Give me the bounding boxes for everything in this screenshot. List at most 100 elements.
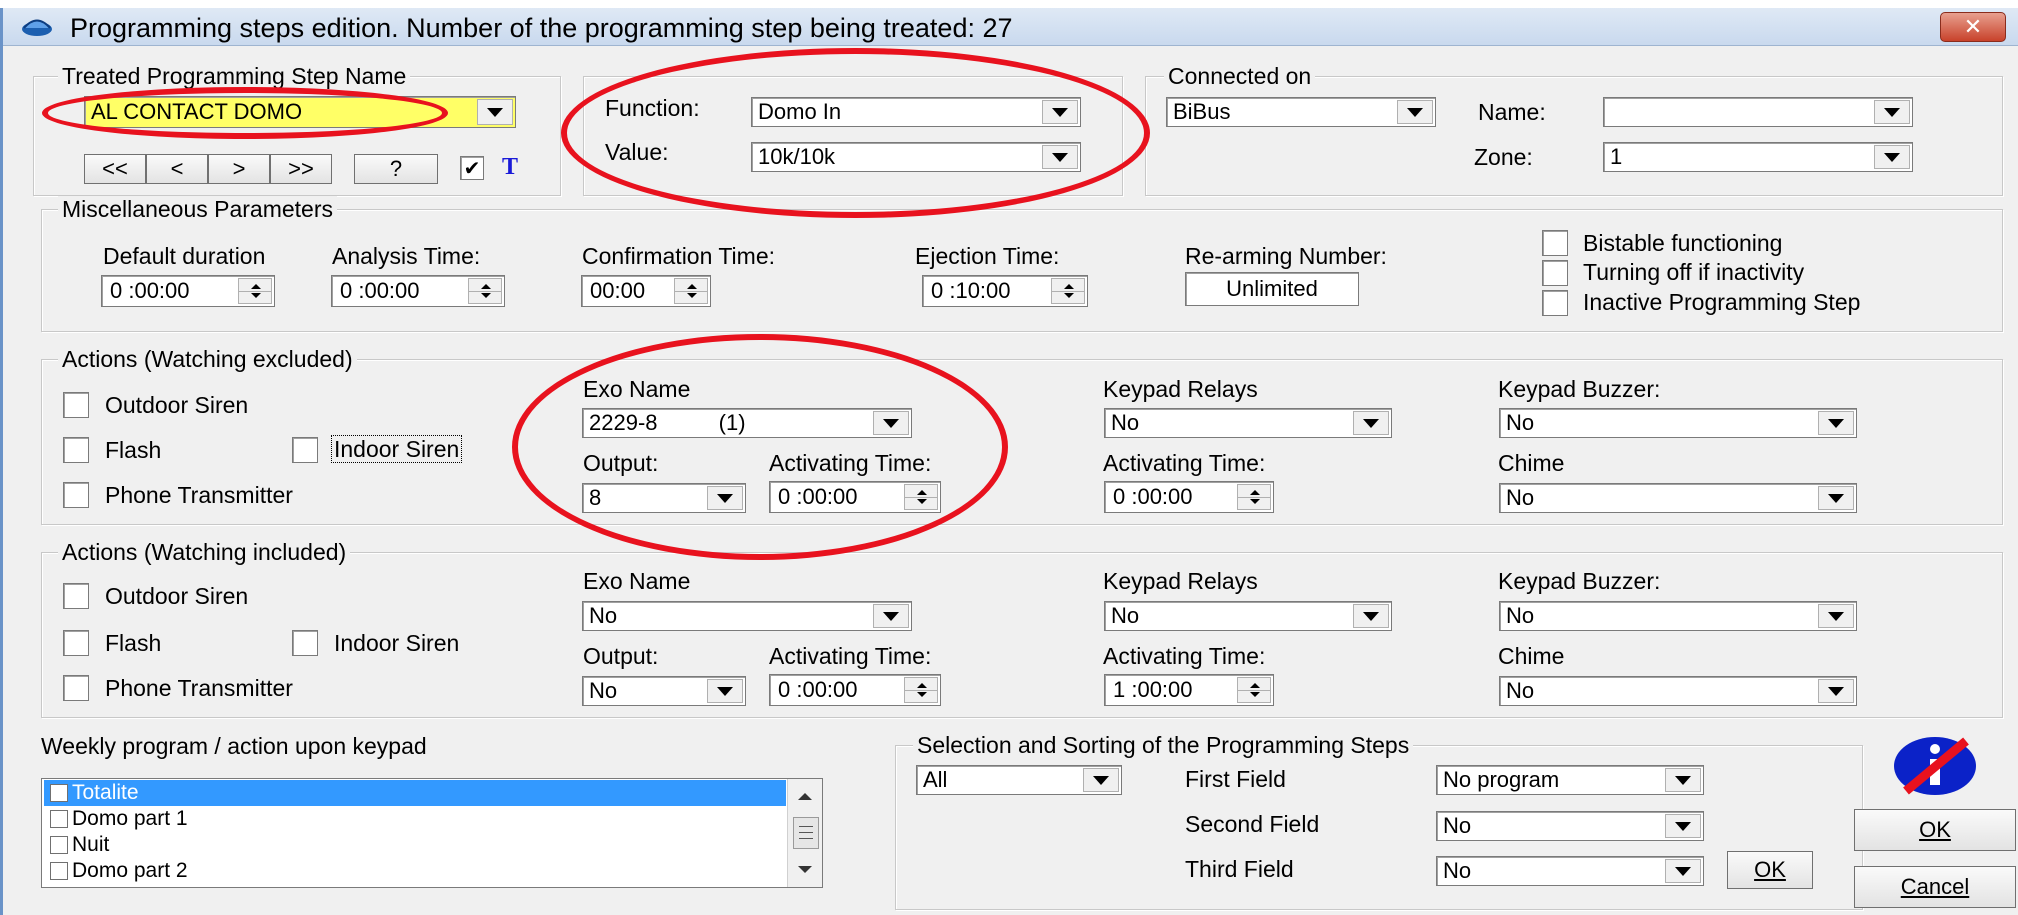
- chevron-down-icon[interactable]: [1042, 145, 1078, 169]
- spinner-arrows-icon[interactable]: [1237, 677, 1271, 703]
- chevron-down-icon[interactable]: [1083, 768, 1119, 792]
- info-disabled-icon[interactable]: [1892, 735, 1978, 797]
- first-field-label: First Field: [1185, 766, 1286, 792]
- activating-time-spinner[interactable]: 0 :00:00: [769, 481, 941, 513]
- third-field-label: Third Field: [1185, 856, 1294, 882]
- spinner-arrows-icon[interactable]: [238, 278, 272, 304]
- indoor-siren-checkbox-2[interactable]: [292, 630, 318, 656]
- chevron-down-icon[interactable]: [873, 604, 909, 628]
- help-button[interactable]: ?: [354, 154, 438, 184]
- rearming-field[interactable]: Unlimited: [1185, 272, 1359, 306]
- inactive-checkbox[interactable]: [1542, 290, 1568, 316]
- chevron-down-icon[interactable]: [1818, 411, 1854, 435]
- close-button[interactable]: ✕: [1940, 12, 2006, 42]
- chevron-down-icon[interactable]: [1353, 604, 1389, 628]
- list-scrollbar[interactable]: [787, 779, 822, 887]
- selection-select[interactable]: All: [916, 765, 1122, 795]
- function-select[interactable]: Domo In: [751, 97, 1081, 127]
- confirmation-time-spinner[interactable]: 00:00: [581, 275, 711, 307]
- chime-select-2[interactable]: No: [1499, 676, 1857, 706]
- next-step-button[interactable]: >: [208, 154, 270, 184]
- zone-select[interactable]: 1: [1603, 142, 1913, 172]
- chevron-down-icon[interactable]: [707, 679, 743, 703]
- chime-select[interactable]: No: [1499, 483, 1857, 513]
- last-step-button[interactable]: >>: [270, 154, 332, 184]
- sorting-ok-button[interactable]: OK: [1727, 851, 1813, 889]
- chevron-down-icon[interactable]: [1874, 100, 1910, 124]
- kr-activating-time-spinner[interactable]: 0 :00:00: [1104, 481, 1274, 513]
- list-item[interactable]: Totalite: [44, 780, 786, 806]
- ejection-time-label: Ejection Time:: [915, 243, 1060, 269]
- bistable-checkbox[interactable]: [1542, 230, 1568, 256]
- indoor-siren-checkbox[interactable]: [292, 437, 318, 463]
- chevron-down-icon[interactable]: [1665, 768, 1701, 792]
- scroll-up-icon[interactable]: [797, 791, 813, 801]
- chevron-down-icon[interactable]: [1818, 486, 1854, 510]
- spinner-arrows-icon[interactable]: [1051, 278, 1085, 304]
- spinner-arrows-icon[interactable]: [468, 278, 502, 304]
- spinner-arrows-icon[interactable]: [1237, 484, 1271, 510]
- prev-step-button[interactable]: <: [146, 154, 208, 184]
- activating-time-spinner-2[interactable]: 0 :00:00: [769, 674, 941, 706]
- second-field-label: Second Field: [1185, 811, 1320, 837]
- phone-transmitter-checkbox-2[interactable]: [63, 675, 89, 701]
- chevron-down-icon[interactable]: [707, 486, 743, 510]
- chevron-down-icon[interactable]: [1874, 145, 1910, 169]
- output-select[interactable]: 8: [582, 483, 746, 513]
- keypad-buzzer-select[interactable]: No: [1499, 408, 1857, 438]
- list-item[interactable]: Domo part 1: [44, 806, 786, 832]
- chevron-down-icon[interactable]: [1353, 411, 1389, 435]
- outdoor-siren-checkbox-2[interactable]: [63, 583, 89, 609]
- analysis-time-spinner[interactable]: 0 :00:00: [331, 275, 505, 307]
- keypad-relays-label: Keypad Relays: [1103, 376, 1258, 402]
- indoor-siren-label-2: Indoor Siren: [334, 630, 460, 656]
- flash-checkbox[interactable]: [63, 437, 89, 463]
- bus-select[interactable]: BiBus: [1166, 97, 1436, 127]
- weekly-program-list[interactable]: Totalite Domo part 1 Nuit Domo part 2: [41, 778, 823, 888]
- ok-button[interactable]: OK: [1854, 809, 2016, 851]
- spinner-arrows-icon[interactable]: [904, 677, 938, 703]
- first-field-select[interactable]: No program: [1436, 765, 1704, 795]
- spinner-arrows-icon[interactable]: [674, 278, 708, 304]
- chevron-down-icon[interactable]: [873, 411, 909, 435]
- ejection-time-spinner[interactable]: 0 :10:00: [922, 275, 1088, 307]
- chevron-down-icon[interactable]: [477, 99, 513, 125]
- value-select[interactable]: 10k/10k: [751, 142, 1081, 172]
- activating-time-value: 0 :00:00: [778, 484, 858, 509]
- chevron-down-icon[interactable]: [1818, 679, 1854, 703]
- name-select[interactable]: [1603, 97, 1913, 127]
- t-checkbox[interactable]: ✔: [460, 156, 484, 180]
- chevron-down-icon[interactable]: [1818, 604, 1854, 628]
- keypad-relays-select-2[interactable]: No: [1104, 601, 1392, 631]
- outdoor-siren-checkbox[interactable]: [63, 392, 89, 418]
- kr-activating-time-spinner-2[interactable]: 1 :00:00: [1104, 674, 1274, 706]
- default-duration-spinner[interactable]: 0 :00:00: [101, 275, 275, 307]
- output-select-2[interactable]: No: [582, 676, 746, 706]
- scrollbar-thumb[interactable]: [793, 817, 819, 849]
- zone-label: Zone:: [1474, 144, 1533, 170]
- keypad-relays-select[interactable]: No: [1104, 408, 1392, 438]
- chevron-down-icon[interactable]: [1042, 100, 1078, 124]
- exo-name-select[interactable]: 2229-8 (1): [582, 408, 912, 438]
- phone-transmitter-checkbox[interactable]: [63, 482, 89, 508]
- selection-value: All: [923, 767, 948, 792]
- keypad-buzzer-select-2[interactable]: No: [1499, 601, 1857, 631]
- step-name-select[interactable]: AL CONTACT DOMO: [84, 96, 516, 128]
- scroll-down-icon[interactable]: [797, 865, 813, 875]
- chevron-down-icon[interactable]: [1665, 814, 1701, 838]
- list-item[interactable]: Domo part 2: [44, 858, 786, 884]
- inactive-label: Inactive Programming Step: [1583, 289, 1861, 315]
- turning-off-checkbox[interactable]: [1542, 260, 1568, 286]
- chevron-down-icon[interactable]: [1397, 100, 1433, 124]
- spinner-arrows-icon[interactable]: [904, 484, 938, 510]
- sorting-ok-label: OK: [1754, 857, 1786, 882]
- cancel-button[interactable]: Cancel: [1854, 866, 2016, 908]
- list-item[interactable]: Nuit: [44, 832, 786, 858]
- third-field-select[interactable]: No: [1436, 856, 1704, 886]
- bistable-label: Bistable functioning: [1583, 230, 1783, 256]
- chevron-down-icon[interactable]: [1665, 859, 1701, 883]
- exo-name-select-2[interactable]: No: [582, 601, 912, 631]
- second-field-select[interactable]: No: [1436, 811, 1704, 841]
- flash-checkbox-2[interactable]: [63, 630, 89, 656]
- first-step-button[interactable]: <<: [84, 154, 146, 184]
